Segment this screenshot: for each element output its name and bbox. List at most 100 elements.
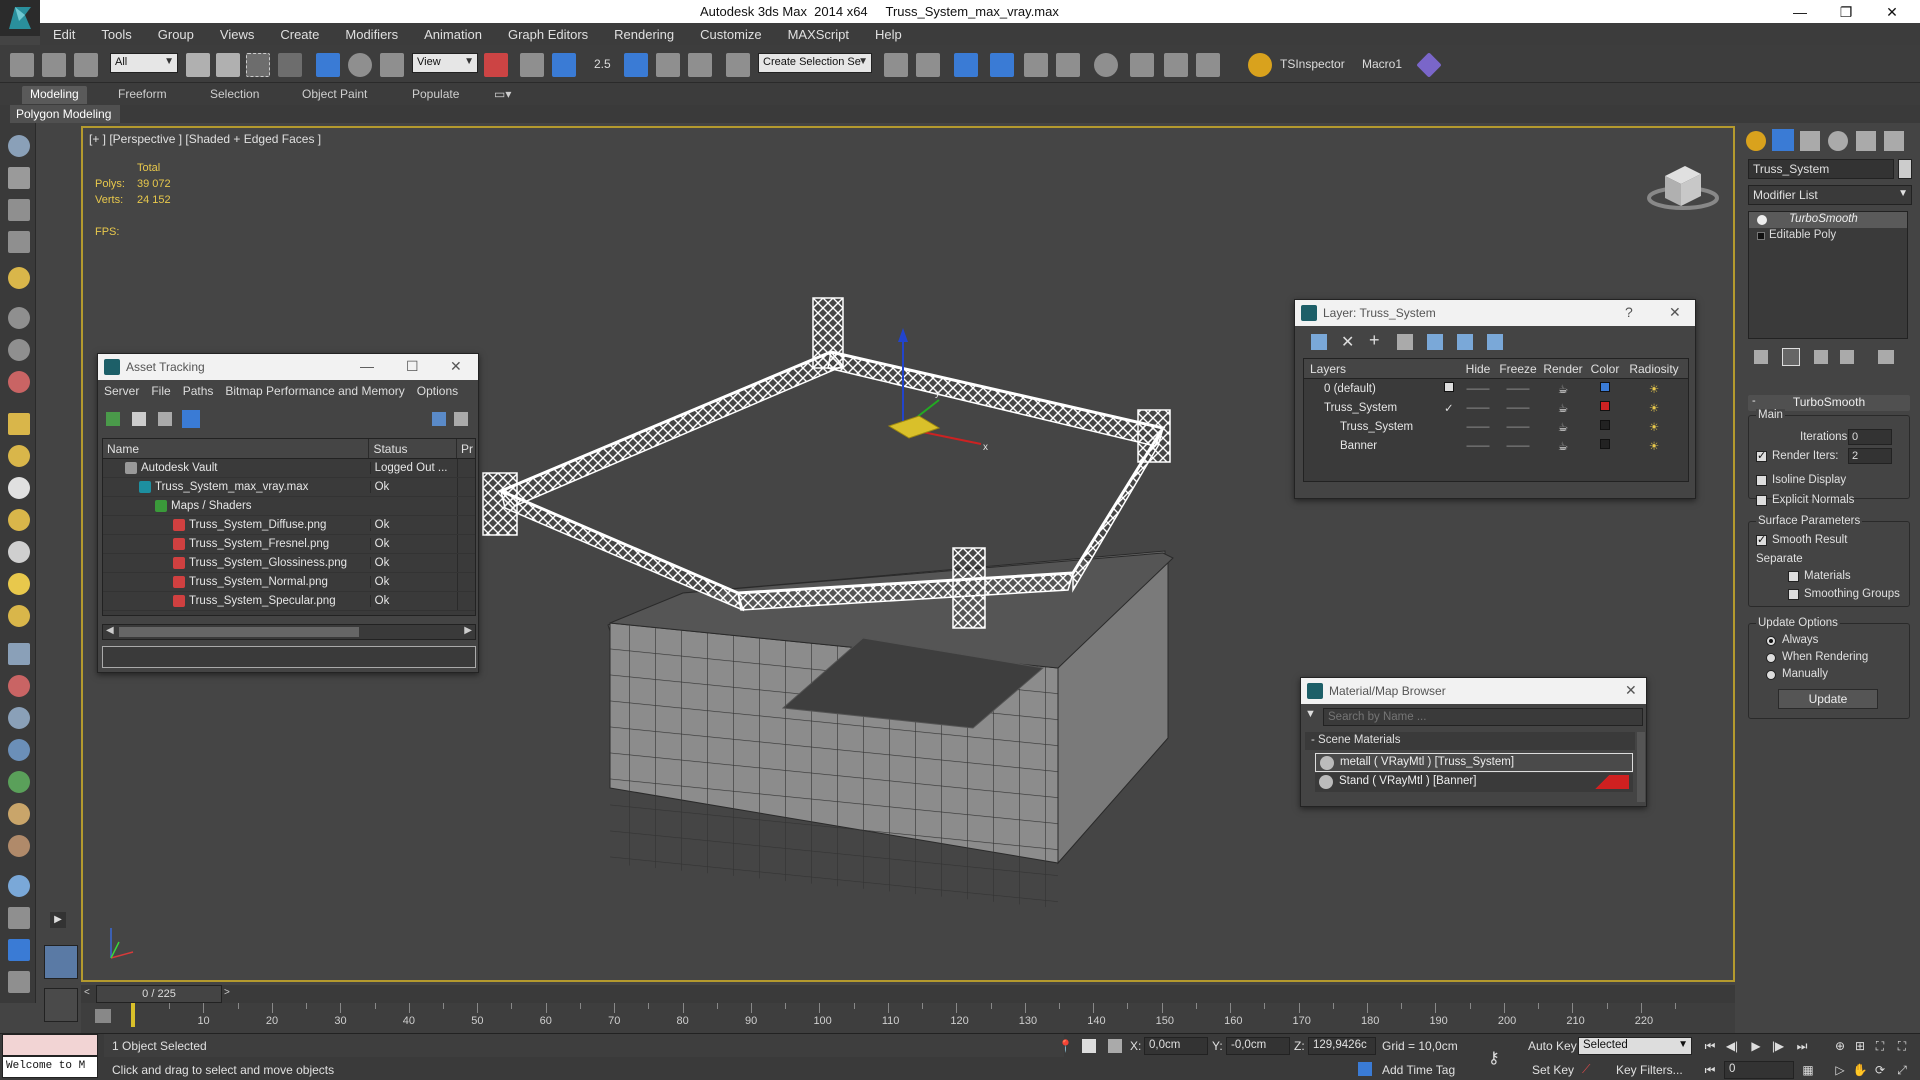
viewport-layout-icon[interactable] <box>44 945 78 979</box>
mini-curve-editor-icon[interactable] <box>95 1009 111 1023</box>
go-to-start-icon[interactable]: ⏮ <box>1702 1039 1718 1053</box>
table-row[interactable]: Truss_System_Fresnel.png Ok <box>103 535 475 554</box>
set-key-button[interactable]: Set Key <box>1532 1063 1574 1077</box>
spacewarp-icon[interactable] <box>8 371 30 393</box>
key-mode-combo[interactable]: Selected ▼ <box>1578 1037 1692 1055</box>
object-name-field[interactable]: Truss_System <box>1748 159 1894 179</box>
render-sphere-icon[interactable] <box>8 875 30 897</box>
render-teapot-icon[interactable]: ☕ <box>1540 439 1586 453</box>
ribbon-subpanel-polygon-modeling[interactable]: Polygon Modeling <box>10 105 120 123</box>
table-row[interactable]: Truss_System_max_vray.max Ok <box>103 478 475 497</box>
keyboard-shortcut-override-icon[interactable] <box>552 53 576 77</box>
listener-output[interactable] <box>2 1034 98 1056</box>
when-rendering-radio[interactable] <box>1766 653 1776 663</box>
time-config-icon[interactable]: ▦ <box>1800 1063 1816 1077</box>
asset-maximize-button[interactable]: ☐ <box>406 358 419 375</box>
materials-checkbox[interactable] <box>1788 571 1799 582</box>
tsinspector-label[interactable]: TSInspector <box>1280 57 1345 71</box>
macro1-label[interactable]: Macro1 <box>1362 57 1402 71</box>
layer-row[interactable]: 0 (default) —— —— ☕ ☀ <box>1304 379 1688 398</box>
menu-help[interactable]: Help <box>862 27 915 42</box>
color-swatch[interactable] <box>1586 401 1624 414</box>
asset-close-button[interactable]: ✕ <box>450 358 462 375</box>
time-slider-next-icon[interactable]: > <box>224 987 230 998</box>
maximize-viewport-icon[interactable]: ⤢ <box>1894 1063 1910 1077</box>
menu-create[interactable]: Create <box>267 27 332 42</box>
unlink-icon[interactable] <box>42 53 66 77</box>
add-time-tag-icon[interactable] <box>1358 1062 1372 1076</box>
hair-icon[interactable] <box>8 803 30 825</box>
box-icon[interactable] <box>8 167 30 189</box>
isolate-selection-icon[interactable]: 📍 <box>1058 1039 1073 1053</box>
col-radiosity[interactable]: Radiosity <box>1624 362 1684 376</box>
delete-layer-icon[interactable]: ✕ <box>1341 332 1354 352</box>
browser-options-icon[interactable]: ▼ <box>1305 708 1321 724</box>
current-frame-field[interactable]: 0 <box>1724 1061 1794 1079</box>
sphere-icon[interactable] <box>8 445 30 467</box>
settings-icon[interactable] <box>454 412 468 426</box>
tab-modeling[interactable]: Modeling <box>22 86 87 104</box>
viewcube-icon[interactable] <box>1647 166 1719 210</box>
layer-close-button[interactable]: ✕ <box>1669 304 1681 321</box>
scrollbar-thumb[interactable] <box>119 627 359 637</box>
color-swatch[interactable] <box>1586 420 1624 433</box>
menu-views[interactable]: Views <box>207 27 267 42</box>
maxscript-listener[interactable]: Welcome to M <box>2 1034 98 1078</box>
restore-button[interactable]: ❐ <box>1826 2 1866 22</box>
table-row[interactable]: Truss_System_Normal.png Ok <box>103 573 475 592</box>
rendered-frame-icon[interactable] <box>1164 53 1188 77</box>
window-crossing-icon[interactable] <box>278 53 302 77</box>
go-to-end-icon[interactable]: ⏭ <box>1794 1039 1810 1053</box>
help-icon[interactable] <box>432 412 446 426</box>
asset-tracking-titlebar[interactable]: Asset Tracking — ☐ ✕ <box>98 354 478 380</box>
render-teapot-icon[interactable]: ☕ <box>1540 382 1586 396</box>
material-browser-close-button[interactable]: ✕ <box>1625 682 1637 699</box>
col-name[interactable]: Name <box>103 439 370 458</box>
isoline-display-checkbox[interactable] <box>1756 475 1767 486</box>
auto-key-button[interactable]: Auto Key <box>1528 1039 1577 1053</box>
hide-toggle[interactable]: —— <box>1460 383 1496 395</box>
truss-system[interactable] <box>482 297 1171 629</box>
add-time-tag[interactable]: Add Time Tag <box>1382 1063 1455 1077</box>
color-swatch[interactable] <box>1586 382 1624 395</box>
tab-populate[interactable]: Populate <box>404 86 467 104</box>
select-manipulate-icon[interactable] <box>520 53 544 77</box>
scroll-right-icon[interactable]: ▶ <box>464 625 472 636</box>
field-of-view-icon[interactable]: ▷ <box>1832 1063 1848 1077</box>
file-icon[interactable] <box>8 971 30 993</box>
time-slider-thumb[interactable]: 0 / 225 <box>96 985 222 1003</box>
previous-frame-icon[interactable]: ◀| <box>1724 1039 1740 1053</box>
pivot-center-icon[interactable] <box>484 53 508 77</box>
layer-help-button[interactable]: ? <box>1625 304 1633 320</box>
plane-icon[interactable] <box>8 413 30 435</box>
asset-menu-file[interactable]: File <box>145 384 176 398</box>
utilities-panel-icon[interactable] <box>1884 131 1904 151</box>
freeze-toggle[interactable]: —— <box>1496 383 1540 395</box>
col-hide[interactable]: Hide <box>1460 362 1496 376</box>
material-browser-scrollbar[interactable] <box>1637 732 1645 802</box>
manually-radio[interactable] <box>1766 670 1776 680</box>
hide-toggle[interactable]: —— <box>1460 440 1496 452</box>
list-view-icon[interactable] <box>132 412 146 426</box>
spinner-snap-icon[interactable] <box>688 53 712 77</box>
absolute-mode-icon[interactable] <box>1108 1039 1122 1053</box>
bind-space-warp-icon[interactable] <box>74 53 98 77</box>
selection-filter-combo[interactable]: All ▼ <box>110 53 178 73</box>
render-teapot-icon[interactable]: ☕ <box>1540 401 1586 415</box>
modifier-list-combo[interactable]: Modifier List ▼ <box>1748 185 1912 205</box>
table-row[interactable]: Maps / Shaders <box>103 497 475 516</box>
hierarchy-panel-icon[interactable] <box>1800 131 1820 151</box>
lightbulb-icon[interactable] <box>1757 215 1767 225</box>
radiosity-icon[interactable]: ☀ <box>1624 382 1684 396</box>
render-setup-icon[interactable] <box>1130 53 1154 77</box>
show-end-result-icon[interactable] <box>1782 348 1800 366</box>
play-icon[interactable]: ▶ <box>1748 1039 1764 1053</box>
col-layers[interactable]: Layers <box>1304 362 1460 376</box>
refresh-icon[interactable] <box>106 412 120 426</box>
menu-graph-editors[interactable]: Graph Editors <box>495 27 601 42</box>
teapot-icon[interactable] <box>8 135 30 157</box>
select-objects-icon[interactable] <box>1397 334 1413 350</box>
light-icon[interactable] <box>8 267 30 289</box>
select-link-icon[interactable] <box>10 53 34 77</box>
time-slider-track[interactable] <box>81 985 1735 1003</box>
